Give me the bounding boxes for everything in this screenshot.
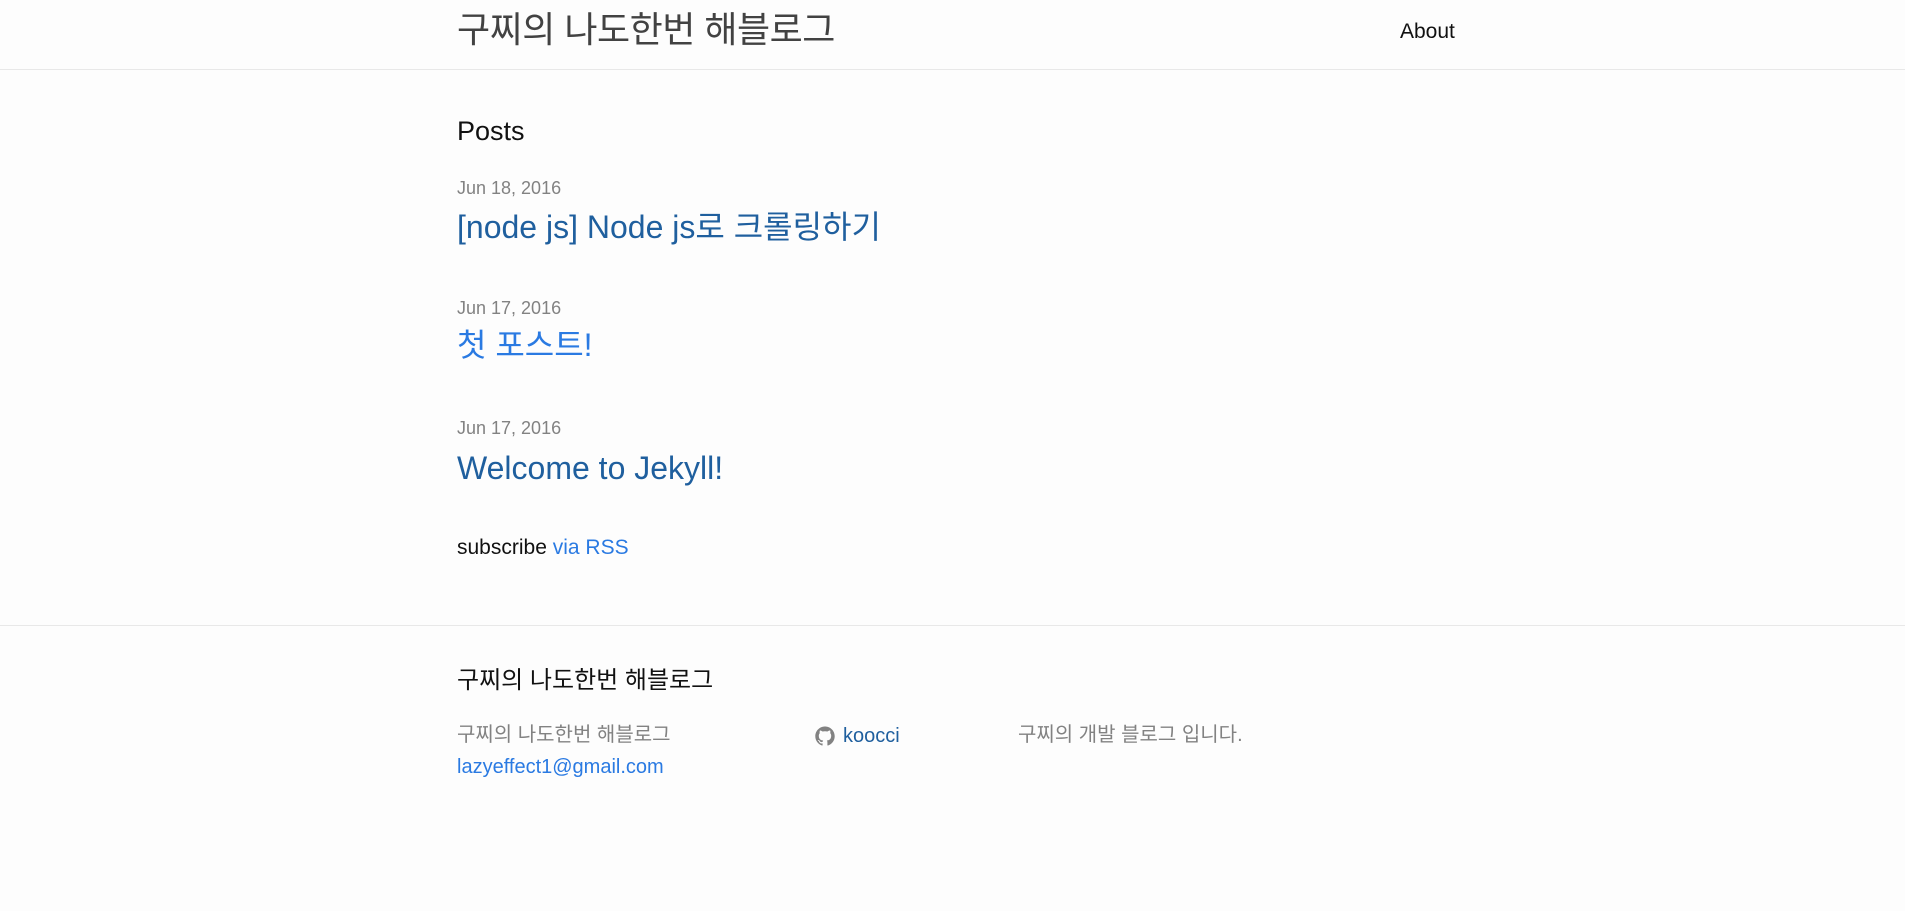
site-title-link[interactable]: 구찌의 나도한번 해블로그	[457, 6, 835, 54]
footer-email-link[interactable]: lazyeffect1@gmail.com	[457, 754, 664, 780]
nav-about-link[interactable]: About	[1400, 19, 1455, 45]
page-heading: Posts	[457, 116, 525, 146]
site-header: 구찌의 나도한번 해블로그 About	[0, 0, 1905, 70]
github-icon	[815, 726, 835, 746]
post-title-link[interactable]: Welcome to Jekyll!	[457, 448, 723, 488]
github-username: koocci	[843, 725, 900, 747]
post-date: Jun 17, 2016	[457, 298, 562, 318]
footer-description: 구찌의 개발 블로그 입니다.	[1018, 724, 1243, 746]
rss-prefix: subscribe	[457, 536, 547, 559]
post-title-link[interactable]: [node js] Node js로 크롤링하기	[457, 207, 881, 247]
rss-subscribe: subscribe via RSS	[457, 535, 629, 561]
footer-github-link[interactable]: koocci	[815, 723, 900, 749]
rss-link[interactable]: via RSS	[553, 536, 629, 559]
footer-site-name: 구찌의 나도한번 해블로그	[457, 724, 671, 746]
post-title-link[interactable]: 첫 포스트!	[457, 325, 593, 365]
site-footer	[0, 625, 1905, 626]
post-date: Jun 17, 2016	[457, 418, 562, 438]
post-date: Jun 18, 2016	[457, 178, 562, 198]
footer-heading: 구찌의 나도한번 해블로그	[457, 667, 714, 694]
